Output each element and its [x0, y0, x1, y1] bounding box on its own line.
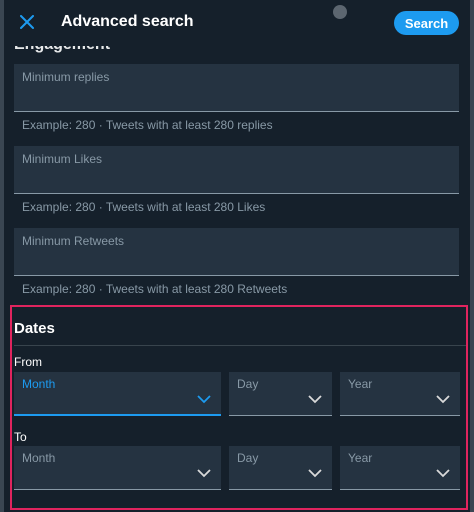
minimum-retweets-hint: Example: 280 · Tweets with at least 280 … [22, 282, 288, 296]
to-day-label: Day [237, 451, 259, 465]
from-year-label: Year [348, 377, 373, 391]
from-month-label: Month [22, 377, 56, 391]
chevron-down-icon [308, 469, 322, 478]
from-year-select[interactable]: Year [340, 372, 460, 416]
to-label: To [14, 430, 27, 444]
chevron-down-icon [197, 395, 211, 404]
search-button[interactable]: Search [394, 11, 459, 35]
advanced-search-modal: Advanced search Search Engagement Minimu… [4, 0, 470, 512]
to-month-select[interactable]: Month [14, 446, 221, 490]
minimum-replies-hint: Example: 280 · Tweets with at least 280 … [22, 118, 273, 132]
chevron-down-icon [308, 395, 322, 404]
from-day-label: Day [237, 377, 259, 391]
dates-section-title: Dates [14, 320, 55, 337]
minimum-replies-label: Minimum replies [22, 70, 110, 84]
to-day-select[interactable]: Day [229, 446, 332, 490]
to-month-label: Month [22, 451, 56, 465]
chevron-down-icon [436, 395, 450, 404]
from-label: From [14, 355, 42, 369]
to-year-select[interactable]: Year [340, 446, 460, 490]
chevron-down-icon [197, 469, 211, 478]
minimum-retweets-label: Minimum Retweets [22, 234, 125, 248]
page-title: Advanced search [61, 13, 194, 30]
minimum-likes-hint: Example: 280 · Tweets with at least 280 … [22, 200, 266, 214]
from-month-select[interactable]: Month [14, 372, 221, 416]
from-day-select[interactable]: Day [229, 372, 332, 416]
close-icon [20, 15, 34, 29]
minimum-likes-field[interactable]: Minimum Likes [14, 146, 459, 194]
to-year-label: Year [348, 451, 373, 465]
backdrop-right [470, 0, 474, 512]
modal-header: Advanced search Search [4, 0, 470, 46]
camera-cutout [333, 5, 347, 19]
close-button[interactable] [14, 9, 40, 35]
chevron-down-icon [436, 469, 450, 478]
minimum-replies-field[interactable]: Minimum replies [14, 64, 459, 112]
minimum-retweets-field[interactable]: Minimum Retweets [14, 228, 459, 276]
minimum-likes-label: Minimum Likes [22, 152, 103, 166]
dates-divider [14, 345, 466, 346]
